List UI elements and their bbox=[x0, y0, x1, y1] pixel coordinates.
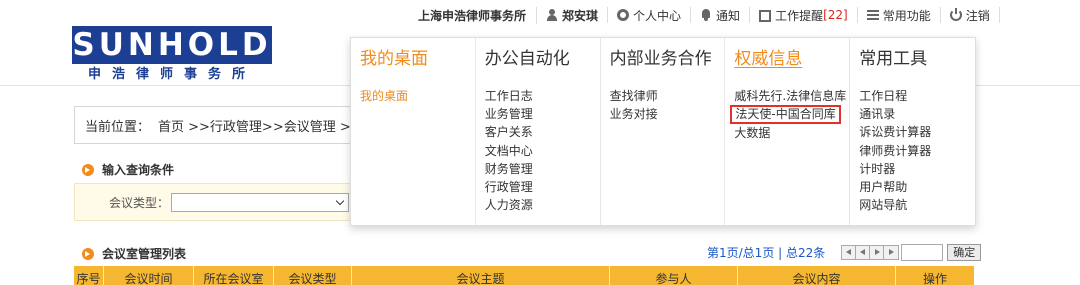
notify-label: 通知 bbox=[716, 8, 741, 23]
column-header: 会议内容 bbox=[738, 266, 896, 285]
reminder-count-badge: [22] bbox=[823, 8, 848, 22]
list-icon bbox=[866, 9, 879, 21]
personal-center-link[interactable]: 个人中心 bbox=[608, 7, 692, 23]
next-page-button[interactable] bbox=[870, 246, 885, 259]
column-header: 所在会议室 bbox=[194, 266, 274, 285]
column-header: 会议类型 bbox=[274, 266, 352, 285]
menu-item[interactable]: 律师费计算器 bbox=[859, 142, 975, 160]
first-page-icon bbox=[846, 249, 852, 255]
menu-heading-common-tools[interactable]: 常用工具 bbox=[859, 48, 975, 70]
menu-column-internal-cooperation: 内部业务合作 查找律师 业务对接 bbox=[601, 38, 726, 225]
menu-item[interactable]: 诉讼费计算器 bbox=[859, 123, 975, 141]
menu-heading-internal-cooperation[interactable]: 内部业务合作 bbox=[610, 48, 725, 70]
personal-center-label: 个人中心 bbox=[633, 8, 682, 23]
mega-menu: 我的桌面 我的桌面 办公自动化 工作日志 业务管理 客户关系 文档中心 财务管理… bbox=[350, 37, 976, 226]
bell-icon bbox=[700, 9, 712, 21]
query-title-text: 输入查询条件 bbox=[102, 163, 175, 177]
query-form: 会议类型： bbox=[74, 183, 364, 221]
prev-page-button[interactable] bbox=[856, 246, 871, 259]
common-functions-label: 常用功能 bbox=[882, 8, 931, 23]
menu-item[interactable]: 网站导航 bbox=[859, 196, 975, 214]
menu-item[interactable]: 计时器 bbox=[859, 160, 975, 178]
menu-column-desktop: 我的桌面 我的桌面 bbox=[351, 38, 476, 225]
table-header: 序号 会议时间 所在会议室 会议类型 会议主题 参与人 会议内容 操作 bbox=[74, 266, 974, 285]
menu-item[interactable]: 客户关系 bbox=[485, 123, 600, 141]
gear-icon bbox=[617, 9, 630, 21]
pagination-buttons bbox=[841, 245, 900, 260]
menu-item[interactable]: 威科先行.法律信息库 bbox=[734, 87, 849, 105]
user-menu[interactable]: 郑安琪 bbox=[537, 7, 609, 23]
go-page-button[interactable]: 确定 bbox=[947, 244, 982, 261]
pagination-info: 第1页/总1页 | 总22条 bbox=[707, 246, 826, 260]
pagination: 第1页/总1页 | 总22条 确定 bbox=[707, 244, 982, 261]
column-header: 序号 bbox=[74, 266, 104, 285]
prev-page-icon bbox=[860, 249, 866, 255]
menu-heading-desktop[interactable]: 我的桌面 bbox=[360, 48, 475, 70]
query-section-title: 输入查询条件 bbox=[82, 161, 174, 178]
column-header: 参与人 bbox=[610, 266, 738, 285]
logout-label: 注销 bbox=[965, 8, 990, 23]
top-bar: 上海申浩律师事务所 郑安琪 个人中心 通知 工作提醒 [22] 常用功能 注销 bbox=[410, 4, 1000, 26]
common-functions-link[interactable]: 常用功能 bbox=[858, 7, 941, 23]
page-number-input[interactable] bbox=[901, 244, 944, 261]
menu-item[interactable]: 工作日程 bbox=[859, 87, 975, 105]
menu-item[interactable]: 工作日志 bbox=[485, 87, 600, 105]
menu-column-authority-info: 权威信息 威科先行.法律信息库 法天使-中国合同库 大数据 bbox=[725, 38, 851, 225]
notify-link[interactable]: 通知 bbox=[691, 7, 751, 23]
power-icon bbox=[949, 8, 962, 21]
menu-column-office-automation: 办公自动化 工作日志 业务管理 客户关系 文档中心 财务管理 行政管理 人力资源 bbox=[476, 38, 601, 225]
breadcrumb-label: 当前位置： bbox=[85, 119, 151, 135]
last-page-button[interactable] bbox=[884, 246, 899, 259]
menu-item[interactable]: 财务管理 bbox=[485, 160, 600, 178]
menu-item[interactable]: 大数据 bbox=[734, 124, 849, 142]
logo[interactable]: SUNHOLD 申浩律师事务所 bbox=[72, 26, 272, 86]
user-icon bbox=[546, 9, 558, 21]
menu-item[interactable]: 我的桌面 bbox=[360, 87, 475, 105]
menu-heading-office-automation[interactable]: 办公自动化 bbox=[485, 48, 600, 70]
logo-subtitle: 申浩律师事务所 bbox=[87, 67, 256, 82]
menu-item[interactable]: 行政管理 bbox=[485, 178, 600, 196]
logo-text: SUNHOLD bbox=[72, 26, 272, 64]
breadcrumb: 当前位置： 首页 >>行政管理>>会议管理 >> bbox=[74, 106, 364, 144]
column-header: 会议时间 bbox=[104, 266, 194, 285]
firm-name: 上海申浩律师事务所 bbox=[410, 6, 538, 24]
next-page-icon bbox=[875, 249, 881, 255]
column-header: 会议主题 bbox=[352, 266, 610, 285]
list-title-text: 会议室管理列表 bbox=[102, 247, 187, 261]
menu-item[interactable]: 用户帮助 bbox=[859, 178, 975, 196]
meeting-type-select[interactable] bbox=[171, 192, 350, 212]
arrow-circle-icon bbox=[82, 247, 94, 260]
first-page-button[interactable] bbox=[842, 246, 857, 259]
mail-icon bbox=[759, 9, 772, 22]
breadcrumb-path[interactable]: 首页 >>行政管理>>会议管理 >> bbox=[158, 116, 362, 135]
menu-heading-authority-info[interactable]: 权威信息 bbox=[734, 48, 849, 70]
user-name: 郑安琪 bbox=[562, 8, 599, 23]
column-header: 操作 bbox=[922, 272, 947, 285]
logout-link[interactable]: 注销 bbox=[941, 7, 1000, 23]
menu-item[interactable]: 业务对接 bbox=[610, 105, 725, 123]
menu-item[interactable]: 文档中心 bbox=[485, 142, 600, 160]
menu-item-highlighted[interactable]: 法天使-中国合同库 bbox=[730, 105, 841, 125]
menu-item[interactable]: 业务管理 bbox=[485, 105, 600, 123]
menu-item[interactable]: 查找律师 bbox=[610, 87, 725, 105]
work-reminder-link[interactable]: 工作提醒 [22] bbox=[750, 7, 858, 23]
work-reminder-label: 工作提醒 bbox=[775, 8, 824, 23]
menu-item[interactable]: 通讯录 bbox=[859, 105, 975, 123]
arrow-circle-icon bbox=[82, 163, 94, 176]
menu-item[interactable]: 人力资源 bbox=[485, 196, 600, 214]
meeting-type-label: 会议类型： bbox=[109, 195, 170, 210]
chevron-down-icon bbox=[335, 196, 345, 205]
list-section-title: 会议室管理列表 bbox=[82, 245, 186, 262]
menu-column-common-tools: 常用工具 工作日程 通讯录 诉讼费计算器 律师费计算器 计时器 用户帮助 网站导… bbox=[850, 38, 975, 225]
last-page-icon bbox=[889, 249, 895, 255]
